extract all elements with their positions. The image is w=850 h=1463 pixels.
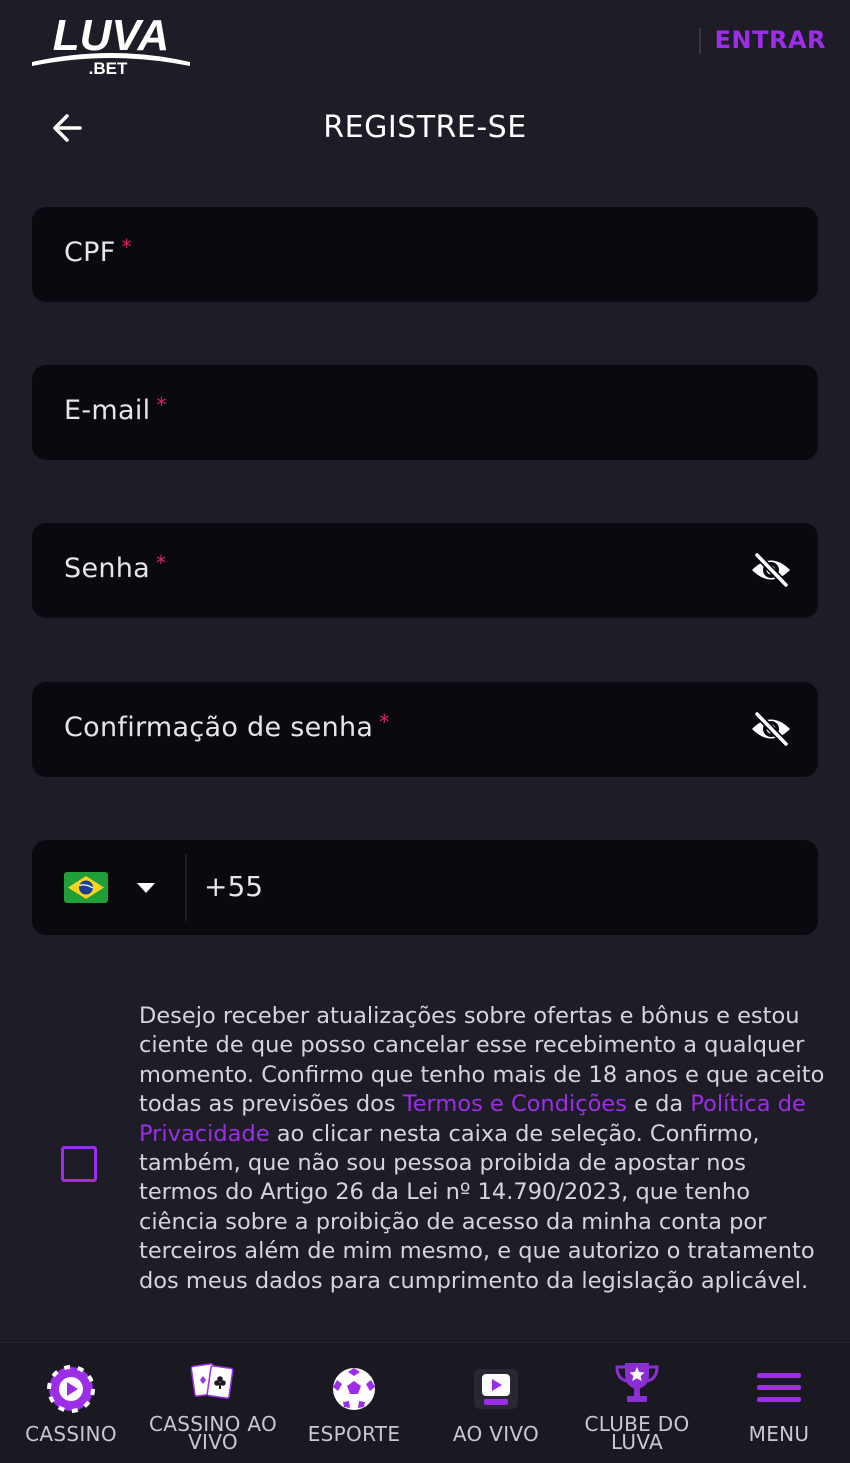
playing-cards-icon bbox=[190, 1363, 234, 1399]
nav-label-live: AO VIVO bbox=[452, 1422, 540, 1446]
consent-text: Desejo receber atualizações sobre oferta… bbox=[139, 1003, 825, 1294]
email-field[interactable]: E-mail * bbox=[32, 365, 818, 460]
nav-item-casino[interactable]: CASSINO bbox=[0, 1343, 142, 1463]
eye-slash-icon[interactable] bbox=[750, 551, 792, 589]
cpf-field[interactable]: CPF * bbox=[32, 207, 818, 302]
luva-bet-logo[interactable]: LUVA .BET bbox=[30, 8, 192, 76]
country-code-dropdown[interactable] bbox=[32, 840, 186, 935]
nav-label-club: CLUBE DO LUVA bbox=[584, 1412, 690, 1454]
bottom-navigation: CASSINO CASSINO AO VIVO ESPORTE AO VIVO … bbox=[0, 1342, 850, 1463]
phone-field[interactable]: +55 bbox=[32, 840, 818, 935]
page-title: REGISTRE-SE bbox=[323, 110, 527, 145]
phone-input[interactable]: +55 bbox=[204, 870, 263, 903]
password-confirm-label: Confirmação de senha * bbox=[64, 710, 390, 743]
password-label: Senha * bbox=[64, 551, 167, 584]
nav-item-menu[interactable]: MENU bbox=[708, 1343, 850, 1463]
password-confirm-field[interactable]: Confirmação de senha * bbox=[32, 682, 818, 777]
nav-label-live-casino: CASSINO AO VIVO bbox=[148, 1412, 278, 1454]
nav-item-live[interactable]: AO VIVO bbox=[425, 1343, 567, 1463]
nav-label-menu: MENU bbox=[748, 1422, 810, 1446]
nav-item-club[interactable]: CLUBE DO LUVA bbox=[566, 1343, 708, 1463]
soccer-ball-icon bbox=[333, 1368, 375, 1410]
register-page: LUVA .BET ENTRAR REGISTRE-SE CPF * E-mail… bbox=[0, 0, 850, 1463]
password-field[interactable]: Senha * bbox=[32, 523, 818, 618]
nav-item-sport[interactable]: ESPORTE bbox=[283, 1343, 425, 1463]
email-label: E-mail * bbox=[64, 393, 167, 426]
casino-chip-icon bbox=[47, 1365, 95, 1413]
top-header: LUVA .BET ENTRAR bbox=[0, 0, 850, 90]
header-divider bbox=[699, 28, 701, 54]
trophy-icon bbox=[615, 1363, 659, 1402]
eye-slash-icon[interactable] bbox=[750, 710, 792, 748]
nav-item-live-casino[interactable]: CASSINO AO VIVO bbox=[142, 1343, 284, 1463]
chevron-down-icon bbox=[137, 883, 155, 893]
phone-divider bbox=[185, 854, 187, 921]
brazil-flag-icon bbox=[64, 872, 108, 903]
consent-checkbox[interactable] bbox=[61, 1146, 97, 1182]
logo-subtext: .BET bbox=[89, 59, 128, 76]
terms-link[interactable]: Termos e Condições bbox=[403, 1091, 627, 1117]
live-tv-icon bbox=[474, 1369, 518, 1409]
hamburger-menu-icon bbox=[757, 1373, 801, 1402]
nav-label-casino: CASSINO bbox=[25, 1422, 117, 1446]
login-link[interactable]: ENTRAR bbox=[715, 26, 826, 54]
logo-wordmark: LUVA bbox=[53, 11, 170, 60]
nav-label-sport: ESPORTE bbox=[307, 1422, 401, 1446]
cpf-label: CPF * bbox=[64, 235, 132, 268]
